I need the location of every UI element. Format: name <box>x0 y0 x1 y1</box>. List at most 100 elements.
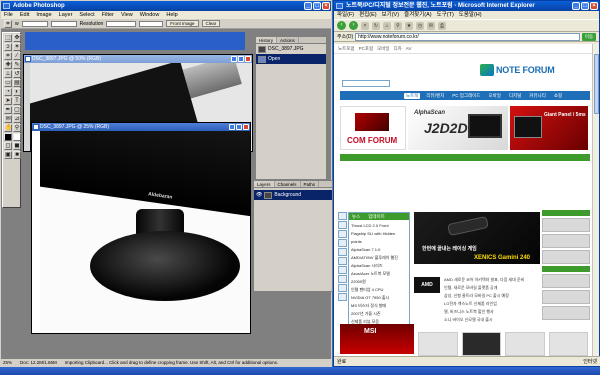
foreground-color-swatch[interactable] <box>4 133 12 141</box>
nav-tab[interactable]: PC 업그레이드 <box>450 93 482 99</box>
address-input[interactable]: http://www.noteforum.co.kr/ <box>355 32 580 41</box>
ie-menu-view[interactable]: 보기(V) <box>382 11 399 19</box>
article-link[interactable]: 인텔, 새로운 모바일 플랫폼 공개 <box>444 284 594 292</box>
side-tab[interactable] <box>338 275 347 283</box>
tab-layers[interactable]: Layers <box>254 181 275 187</box>
article-link[interactable]: AMD 새로운 코어 아키텍처 발표, 다음 세대 준비 <box>444 276 594 284</box>
ie-close-button[interactable]: × <box>590 2 598 10</box>
move-tool-icon[interactable]: ✥ <box>13 34 21 42</box>
ie-menu-favorites[interactable]: 즐겨찾기(A) <box>404 11 432 19</box>
lasso-tool-icon[interactable]: ↄ <box>4 43 12 51</box>
side-tab[interactable] <box>338 230 347 238</box>
refresh-icon[interactable]: ↻ <box>372 21 380 30</box>
print-icon[interactable]: ⎙ <box>438 21 446 30</box>
side-tab[interactable] <box>338 266 347 274</box>
forward-arrow-icon[interactable]: › <box>349 21 358 30</box>
side-tab[interactable] <box>338 239 347 247</box>
go-button[interactable]: 이동 <box>582 32 596 41</box>
msi-banner[interactable]: MSI <box>340 324 414 354</box>
monitor-ad-banner[interactable]: Giant Panel / 5ms <box>510 106 588 150</box>
healing-brush-tool-icon[interactable]: ✚ <box>4 61 12 69</box>
blur-tool-icon[interactable]: ◔ <box>4 88 12 96</box>
resolution-field[interactable] <box>106 20 137 27</box>
nav-tab[interactable]: 쇼핑 <box>552 93 564 99</box>
sidebar-thumbnail[interactable] <box>542 234 590 248</box>
history-snapshot[interactable]: DSC_3897.JPG <box>256 44 326 54</box>
top-link[interactable]: PC포럼 <box>359 46 374 52</box>
featured-product-photo[interactable]: 한번에 끝내는 레이싱 게임 XENICS Gamini 240 <box>414 212 540 264</box>
side-tab[interactable] <box>338 221 347 229</box>
history-brush-tool-icon[interactable]: ↺ <box>13 70 21 78</box>
ie-maximize-button[interactable]: □ <box>581 2 589 10</box>
doc-maximize-button[interactable] <box>238 56 244 62</box>
ie-menu-file[interactable]: 파일(F) <box>337 11 354 19</box>
thumbnail[interactable] <box>548 332 588 356</box>
front-image-button[interactable]: Front Image <box>166 20 199 27</box>
nav-tab[interactable]: 모바일 <box>486 93 502 99</box>
news-tab[interactable]: 업데이트 <box>368 213 385 220</box>
ie-title-bar[interactable]: 노트북/PC/디지털 정보전문 웹진, 노트포럼 - Microsoft Int… <box>334 1 599 11</box>
path-selection-tool-icon[interactable]: ➤ <box>4 97 12 105</box>
sidebar-thumbnail[interactable] <box>542 250 590 264</box>
ie-menu-tools[interactable]: 도구(T) <box>437 11 454 19</box>
type-tool-icon[interactable]: T <box>13 97 21 105</box>
document-front-canvas[interactable]: Aldebaran <box>40 131 250 333</box>
news-item[interactable]: AlphaScan 시리즈 <box>351 262 407 270</box>
marquee-tool-icon[interactable]: ⬚ <box>4 34 12 42</box>
menu-filter[interactable]: Filter <box>102 11 114 19</box>
notes-tool-icon[interactable]: ✉ <box>4 115 12 123</box>
alphascan-banner[interactable]: AlphaScan J2D2DS <box>408 106 508 150</box>
crop-tool-icon[interactable]: ⌗ <box>4 52 12 60</box>
slice-tool-icon[interactable]: ⁄ <box>13 52 21 60</box>
background-color-swatch[interactable] <box>13 133 21 141</box>
pen-tool-icon[interactable]: ✒ <box>4 106 12 114</box>
news-item[interactable]: Asus/Acer 노트북 모델 <box>351 270 407 278</box>
menu-edit[interactable]: Edit <box>20 11 29 19</box>
side-tab[interactable] <box>338 293 347 301</box>
news-item[interactable]: NVIDIA GT 7950 출시 <box>351 294 407 302</box>
history-state-open[interactable]: Open <box>256 54 326 64</box>
news-item[interactable]: 22000원 <box>351 278 407 286</box>
home-icon[interactable]: ⌂ <box>383 21 391 30</box>
ie-menu-help[interactable]: 도움말(H) <box>459 11 482 19</box>
document-back-title-bar[interactable]: DSC_3897.JPG @ 50% (RGB) <box>24 55 252 63</box>
doc-minimize-button[interactable] <box>229 124 235 130</box>
sub-nav-bar[interactable] <box>340 154 590 161</box>
maximize-button[interactable]: □ <box>313 2 321 10</box>
article-link[interactable]: 소니 바이오 신모델 국내 출시 <box>444 316 594 324</box>
top-link[interactable]: 모바일 <box>377 46 389 52</box>
menu-file[interactable]: File <box>4 11 13 19</box>
windows-taskbar[interactable] <box>0 367 600 375</box>
menu-layer[interactable]: Layer <box>59 11 73 19</box>
comforum-banner[interactable]: COM FORUM <box>340 106 406 150</box>
mail-icon[interactable]: ✉ <box>427 21 435 30</box>
doc-maximize-button[interactable] <box>236 124 242 130</box>
side-tab[interactable] <box>338 257 347 265</box>
clone-stamp-tool-icon[interactable]: ⊥ <box>4 70 12 78</box>
side-tab[interactable] <box>338 212 347 220</box>
top-link[interactable]: AV <box>406 46 412 51</box>
zoom-level[interactable]: 25% <box>3 359 12 366</box>
eyedropper-tool-icon[interactable]: ⊿ <box>13 115 21 123</box>
nav-tab[interactable]: 디지털 <box>507 93 523 99</box>
news-item[interactable]: MS 비스타 정식 발매 <box>351 302 407 310</box>
height-field[interactable] <box>50 20 77 27</box>
doc-minimize-button[interactable] <box>231 56 237 62</box>
nav-tab[interactable]: 커뮤니티 <box>527 93 548 99</box>
tab-paths[interactable]: Paths <box>301 181 320 187</box>
menu-select[interactable]: Select <box>79 11 94 19</box>
news-item[interactable]: 2007년 가을 시즌 <box>351 310 407 318</box>
brush-tool-icon[interactable]: ✎ <box>13 61 21 69</box>
nav-tab[interactable]: 노트북 <box>404 92 421 99</box>
scrollbar-thumb[interactable] <box>594 54 599 114</box>
back-arrow-icon[interactable]: ‹ <box>337 21 346 30</box>
photoshop-title-bar[interactable]: Adobe Photoshop _ □ × <box>1 1 331 11</box>
ie-menu-edit[interactable]: 편집(E) <box>359 11 376 19</box>
shape-tool-icon[interactable]: ▢ <box>13 106 21 114</box>
minimize-button[interactable]: _ <box>304 2 312 10</box>
stop-icon[interactable]: × <box>361 21 369 30</box>
news-item[interactable]: Flagship SLI with Hidden <box>351 230 407 238</box>
news-item[interactable]: 인텔 펜티엄 4 CPU <box>351 286 407 294</box>
hand-tool-icon[interactable]: ✋ <box>4 124 12 132</box>
full-screen-mode-icon[interactable]: ■ <box>13 151 21 159</box>
